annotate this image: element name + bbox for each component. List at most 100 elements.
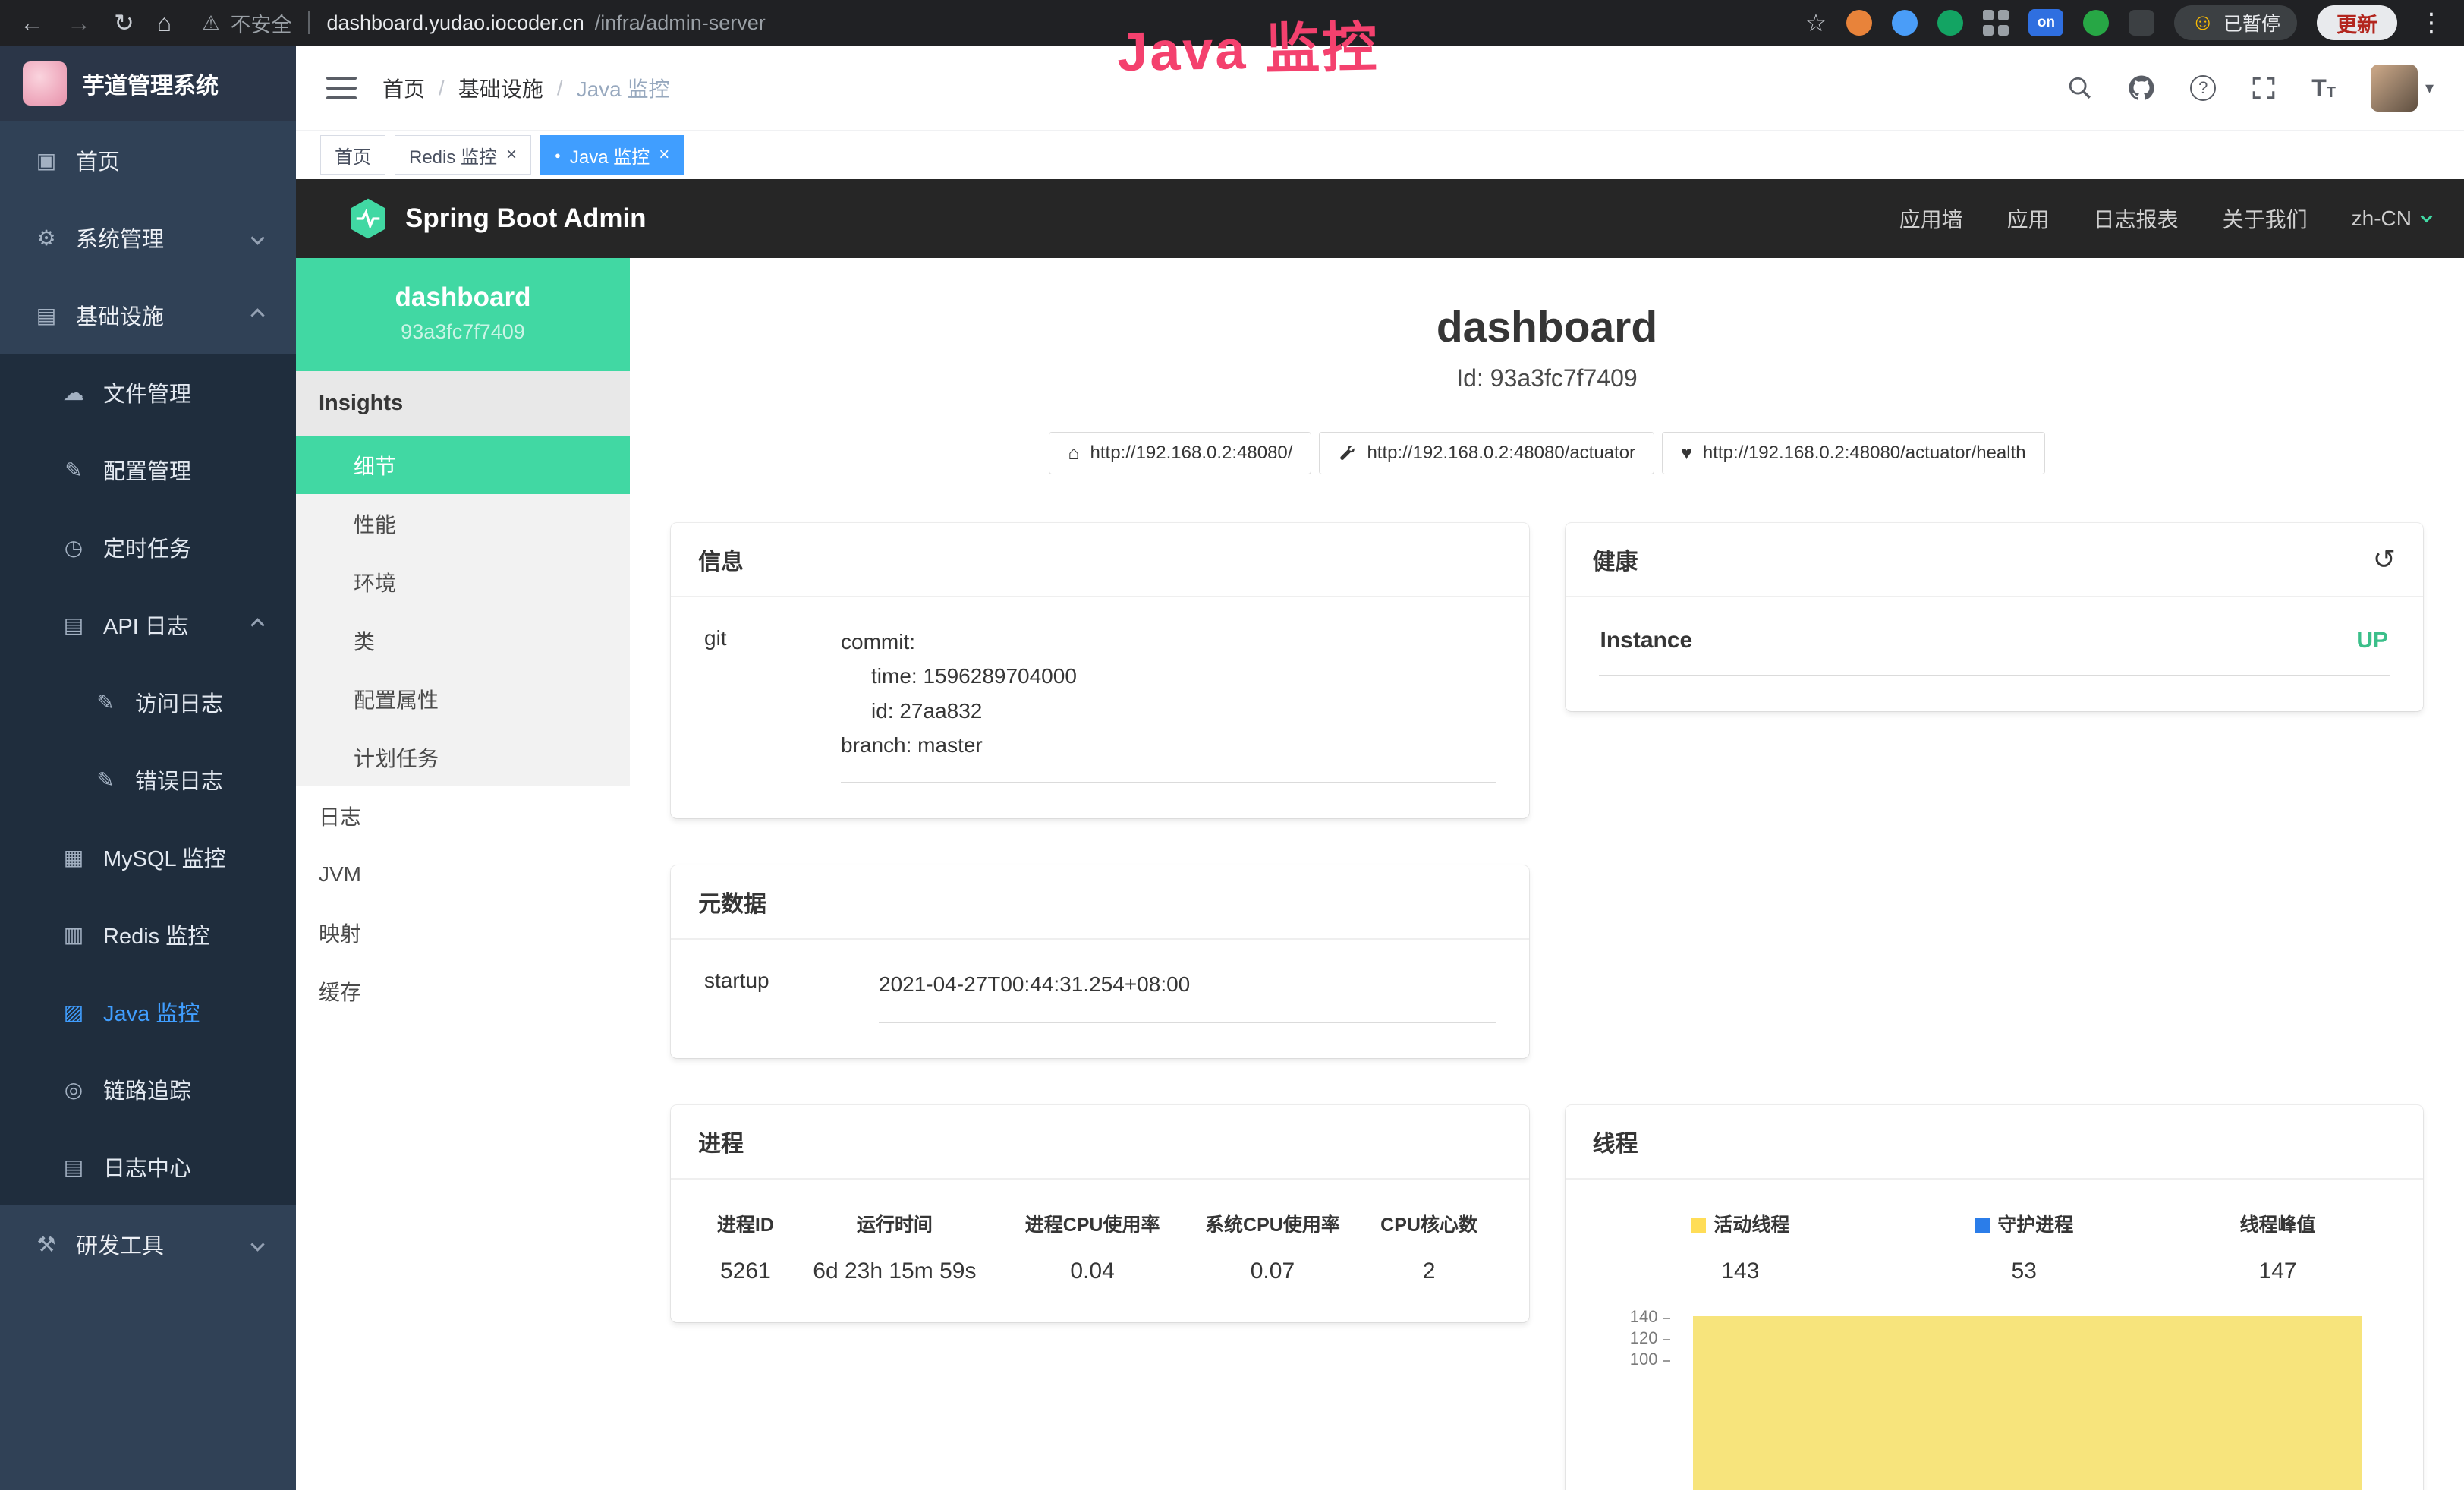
close-icon[interactable]: × bbox=[659, 146, 669, 164]
infrastructure-submenu: ☁ 文件管理 ✎ 配置管理 ◷ 定时任务 ▤ API 日志 bbox=[0, 354, 296, 1205]
help-icon[interactable]: ? bbox=[2190, 75, 2216, 101]
info-key: git bbox=[704, 625, 841, 650]
sidebar-item-config-mgmt[interactable]: ✎ 配置管理 bbox=[0, 431, 296, 509]
user-avatar[interactable]: ▾ bbox=[2371, 65, 2434, 112]
threads-chart: 140 120 100 bbox=[1620, 1301, 2386, 1490]
instance-id-subtitle: Id: 93a3fc7f7409 bbox=[671, 364, 2423, 392]
tab-home[interactable]: 首页 bbox=[320, 135, 385, 175]
sidebar-item-dev-tools[interactable]: ⚒ 研发工具 bbox=[0, 1205, 296, 1283]
threads-legend-table: 活动线程 守护进程 线程峰值 143 53 147 bbox=[1599, 1207, 2390, 1287]
smiley-icon: ☺ bbox=[2191, 10, 2214, 36]
tab-redis-monitor[interactable]: Redis 监控 × bbox=[395, 135, 531, 175]
cloud-icon: ☁ bbox=[61, 380, 87, 405]
history-icon[interactable]: ↺ bbox=[2373, 546, 2396, 573]
bookmark-star-icon[interactable]: ☆ bbox=[1805, 8, 1827, 37]
nav-journal[interactable]: 日志报表 bbox=[2094, 203, 2179, 234]
sidebar-item-mysql-monitor[interactable]: ▦ MySQL 监控 bbox=[0, 818, 296, 896]
extension-on-badge[interactable]: on bbox=[2028, 9, 2063, 36]
health-instance-row[interactable]: Instance UP bbox=[1599, 625, 2390, 676]
sidebar-item-java-monitor[interactable]: ▨ Java 监控 bbox=[0, 973, 296, 1051]
health-url: http://192.168.0.2:48080/actuator/health bbox=[1703, 443, 2026, 464]
y-axis-tick: 140 bbox=[1620, 1307, 1670, 1327]
url-host: dashboard.yudao.iocoder.cn bbox=[326, 11, 584, 35]
search-icon[interactable] bbox=[2067, 75, 2093, 101]
sba-item-jvm[interactable]: JVM bbox=[296, 845, 630, 903]
home-icon[interactable]: ⌂ bbox=[157, 11, 172, 35]
clock-icon: ◷ bbox=[61, 535, 87, 560]
tag-tabs-bar: 首页 Redis 监控 × ● Java 监控 × bbox=[296, 131, 2464, 179]
paused-badge[interactable]: ☺ 已暂停 bbox=[2174, 5, 2297, 40]
sidebar-item-redis-monitor[interactable]: ▥ Redis 监控 bbox=[0, 896, 296, 973]
sba-item-caches[interactable]: 缓存 bbox=[296, 962, 630, 1020]
home-icon: ⌂ bbox=[1068, 444, 1079, 463]
actuator-url-button[interactable]: http://192.168.0.2:48080/actuator bbox=[1319, 432, 1654, 474]
forward-icon[interactable]: → bbox=[67, 11, 91, 35]
info-card: 信息 git commit: time: 1596289704000 id: 2… bbox=[671, 523, 1529, 818]
process-col-header: 系统CPU使用率 bbox=[1182, 1207, 1362, 1240]
extension-icon-grid[interactable] bbox=[1983, 10, 2009, 36]
sidebar-item-system-mgmt[interactable]: ⚙ 系统管理 bbox=[0, 199, 296, 276]
security-label: 不安全 bbox=[230, 8, 291, 38]
locale-select[interactable]: zh-CN bbox=[2352, 206, 2431, 231]
browser-menu-icon[interactable]: ⋮ bbox=[2418, 8, 2444, 38]
breadcrumb-item[interactable]: 基础设施 bbox=[458, 73, 543, 103]
sba-item-details[interactable]: 细节 bbox=[296, 436, 630, 494]
back-icon[interactable]: ← bbox=[20, 11, 44, 35]
chrome-update-button[interactable]: 更新 bbox=[2317, 5, 2397, 40]
breadcrumb-item[interactable]: 首页 bbox=[382, 73, 425, 103]
extension-icon-blue[interactable] bbox=[1892, 10, 1918, 36]
sba-item-environment[interactable]: 环境 bbox=[296, 553, 630, 611]
sidebar-item-log-center[interactable]: ▤ 日志中心 bbox=[0, 1128, 296, 1205]
sidebar-item-file-mgmt[interactable]: ☁ 文件管理 bbox=[0, 354, 296, 431]
sidebar-item-label: 链路追踪 bbox=[103, 1073, 191, 1105]
tool-icon: ⚒ bbox=[33, 1232, 59, 1257]
extension-icon-dark[interactable] bbox=[2129, 10, 2154, 36]
chevron-down-icon bbox=[250, 1237, 264, 1251]
sidebar-item-label: 日志中心 bbox=[103, 1151, 191, 1183]
sidebar-item-infrastructure[interactable]: ▤ 基础设施 bbox=[0, 276, 296, 354]
nav-applications[interactable]: 应用 bbox=[2007, 203, 2050, 234]
extension-icon-green[interactable] bbox=[1937, 10, 1963, 36]
info-row-git: git commit: time: 1596289704000 id: 27aa… bbox=[704, 625, 1496, 783]
sba-item-logging[interactable]: 日志 bbox=[296, 786, 630, 845]
status-badge: UP bbox=[2356, 628, 2388, 654]
health-card-title: 健康 bbox=[1593, 543, 1638, 576]
metadata-value: 2021-04-27T00:44:31.254+08:00 bbox=[879, 967, 1496, 1022]
sidebar-item-home[interactable]: ▣ 首页 bbox=[0, 121, 296, 199]
process-value: 0.04 bbox=[1002, 1240, 1182, 1287]
sidebar-item-error-logs[interactable]: ✎ 错误日志 bbox=[0, 741, 296, 818]
nav-wall[interactable]: 应用墙 bbox=[1899, 203, 1963, 234]
extension-icon-orange[interactable] bbox=[1846, 10, 1872, 36]
chevron-down-icon bbox=[2421, 210, 2433, 222]
cards-grid: 信息 git commit: time: 1596289704000 id: 2… bbox=[671, 523, 2423, 1490]
paused-label: 已暂停 bbox=[2223, 9, 2280, 36]
sba-item-beans[interactable]: 类 bbox=[296, 611, 630, 669]
health-url-button[interactable]: ♥ http://192.168.0.2:48080/actuator/heal… bbox=[1662, 432, 2045, 474]
address-bar[interactable]: ⚠ 不安全 dashboard.yudao.iocoder.cn/infra/a… bbox=[202, 8, 766, 38]
sidebar-item-api-logs[interactable]: ▤ API 日志 bbox=[0, 586, 296, 663]
sidebar-item-access-logs[interactable]: ✎ 访问日志 bbox=[0, 663, 296, 741]
sidebar-item-tracing[interactable]: ◎ 链路追踪 bbox=[0, 1051, 296, 1128]
sba-item-mappings[interactable]: 映射 bbox=[296, 903, 630, 962]
sba-body: dashboard 93a3fc7f7409 Insights 细节 性能 环境… bbox=[296, 258, 2464, 1490]
close-icon[interactable]: × bbox=[506, 146, 517, 164]
tab-java-monitor[interactable]: ● Java 监控 × bbox=[540, 135, 684, 175]
sba-item-scheduled-tasks[interactable]: 计划任务 bbox=[296, 728, 630, 786]
extension-icon-leaf[interactable] bbox=[2083, 10, 2109, 36]
sidebar-group-insights: Insights bbox=[296, 371, 630, 436]
process-col-header: 运行时间 bbox=[787, 1207, 1002, 1240]
legend-live-threads: 活动线程 bbox=[1599, 1207, 1883, 1240]
hamburger-icon[interactable] bbox=[326, 77, 357, 99]
sba-item-config-props[interactable]: 配置属性 bbox=[296, 669, 630, 728]
trace-icon: ◎ bbox=[61, 1077, 87, 1102]
github-icon[interactable] bbox=[2128, 74, 2155, 102]
sidebar-item-label: 研发工具 bbox=[76, 1228, 164, 1260]
font-size-icon[interactable]: TT bbox=[2311, 76, 2336, 100]
sidebar-item-scheduled-jobs[interactable]: ◷ 定时任务 bbox=[0, 509, 296, 586]
service-url-button[interactable]: ⌂ http://192.168.0.2:48080/ bbox=[1049, 432, 1311, 474]
legend-peak-threads: 线程峰值 bbox=[2166, 1207, 2390, 1240]
nav-about[interactable]: 关于我们 bbox=[2223, 203, 2308, 234]
reload-icon[interactable]: ↻ bbox=[114, 11, 134, 35]
sba-item-metrics[interactable]: 性能 bbox=[296, 494, 630, 553]
fullscreen-icon[interactable] bbox=[2251, 75, 2277, 101]
